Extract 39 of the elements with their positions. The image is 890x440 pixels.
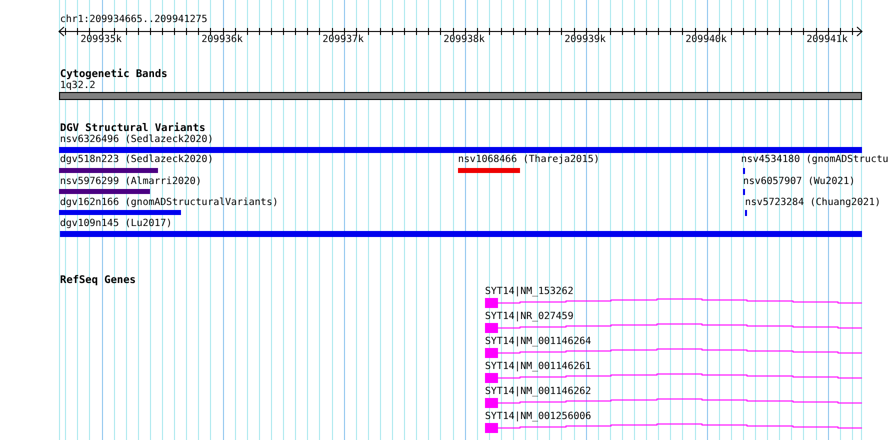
track-title: Cytogenetic Bands — [60, 68, 168, 80]
ruler-tick-label: 209937k — [322, 34, 364, 46]
ruler-tick-label: 209936k — [202, 34, 243, 46]
gene-model-drawing[interactable] — [485, 298, 863, 308]
ruler-tick-label: 209941k — [806, 34, 848, 46]
variant-bar[interactable] — [60, 231, 862, 237]
transcript-label[interactable]: SYT14|NM_153262 — [485, 286, 574, 298]
transcript-label[interactable]: SYT14|NM_001146261 — [485, 361, 592, 373]
variant-bar[interactable] — [59, 147, 862, 153]
track-title: DGV Structural Variants — [60, 122, 206, 134]
track-title: RefSeq Genes — [60, 274, 136, 286]
variant-bar[interactable] — [59, 168, 158, 173]
variant-label[interactable]: nsv5723284 (Chuang2021) — [745, 197, 881, 209]
band-label: 1q32.2 — [60, 80, 96, 92]
location-label: chr1:209934665..209941275 — [60, 14, 208, 26]
transcript-label[interactable]: SYT14|NM_001256006 — [485, 411, 592, 423]
variant-label[interactable]: dgv162n166 (gnomADStructuralVariants) — [60, 197, 278, 209]
variant-label[interactable]: nsv5976299 (Almarri2020) — [60, 176, 202, 188]
variant-bar[interactable] — [458, 168, 520, 173]
ruler-tick-label: 209935k — [80, 34, 122, 46]
ruler-tick-label: 209940k — [686, 34, 727, 46]
variant-label[interactable]: dgv109n145 (Lu2017) — [60, 218, 172, 230]
gene-model-drawing[interactable] — [485, 423, 863, 433]
gene-model-drawing[interactable] — [485, 323, 863, 333]
variant-bar[interactable] — [59, 189, 150, 194]
transcript-label[interactable]: SYT14|NR_027459 — [485, 311, 574, 323]
variant-label[interactable]: nsv6057907 (Wu2021) — [743, 176, 856, 188]
variant-label[interactable]: nsv6326496 (Sedlazeck2020) — [60, 134, 214, 146]
gene-model-drawing[interactable] — [485, 348, 863, 358]
gene-model-drawing[interactable] — [485, 398, 863, 408]
variant-label[interactable]: nsv4534180 (gnomADStructu — [741, 154, 888, 166]
variant-bar[interactable] — [59, 210, 181, 215]
variant-label[interactable]: nsv1068466 (Thareja2015) — [458, 154, 600, 166]
ruler-tick-label: 209938k — [444, 34, 485, 46]
gene-model-drawing[interactable] — [485, 373, 863, 383]
ruler-tick-label: 209939k — [564, 34, 606, 46]
variant-label[interactable]: dgv518n223 (Sedlazeck2020) — [60, 154, 214, 166]
transcript-label[interactable]: SYT14|NM_001146264 — [485, 336, 592, 348]
transcript-label[interactable]: SYT14|NM_001146262 — [485, 386, 592, 398]
